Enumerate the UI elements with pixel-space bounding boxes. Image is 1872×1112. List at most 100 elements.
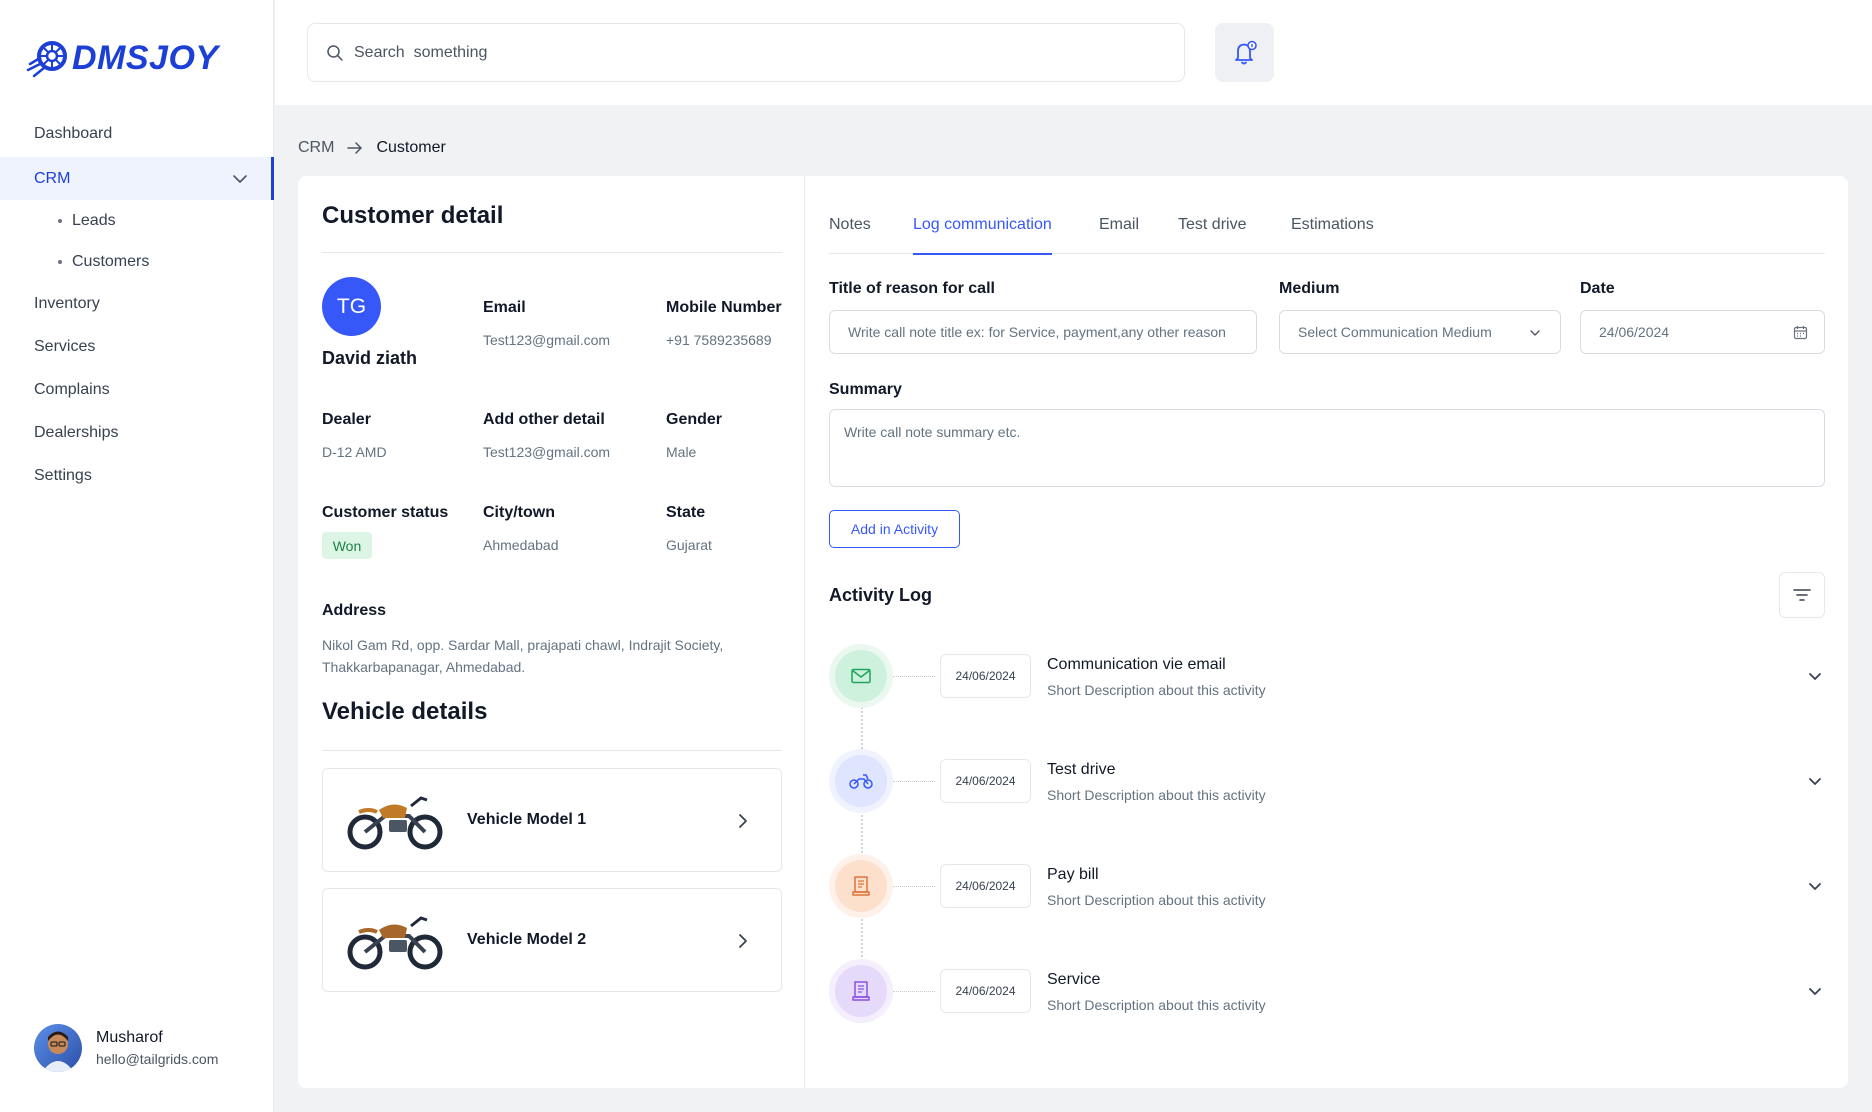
sidebar-item-services[interactable]: Services — [0, 325, 274, 368]
status-label: Customer status — [322, 504, 449, 521]
activity-item[interactable]: 24/06/2024 Communication vie email Short… — [829, 644, 1825, 714]
filter-button[interactable] — [1779, 572, 1825, 618]
wheel-logo-icon — [26, 41, 67, 78]
tab-log-communication[interactable]: Log communication — [913, 216, 1052, 255]
activity-date: 24/06/2024 — [940, 864, 1031, 908]
breadcrumb-customer: Customer — [376, 139, 446, 156]
date-field[interactable]: 24/06/2024 — [1580, 310, 1825, 354]
sidebar-subitem-label: Leads — [72, 211, 116, 229]
search-box[interactable] — [307, 23, 1185, 82]
activity-title: Service — [1047, 971, 1101, 988]
document-icon — [852, 981, 870, 1001]
sidebar-item-label: Services — [34, 337, 96, 355]
activity-description: Short Description about this activity — [1047, 682, 1266, 698]
sidebar-subitem-leads[interactable]: Leads — [0, 200, 274, 241]
arrow-right-icon — [347, 142, 363, 154]
tab-email[interactable]: Email — [1099, 216, 1139, 254]
breadcrumb-crm[interactable]: CRM — [298, 139, 334, 157]
title-reason-input[interactable] — [848, 324, 1256, 340]
city-label: City/town — [483, 504, 555, 521]
dealer-value: D-12 AMD — [322, 444, 387, 460]
tab-estimations[interactable]: Estimations — [1291, 216, 1374, 254]
other-detail-value: Test123@gmail.com — [483, 444, 611, 460]
search-input[interactable] — [354, 43, 1154, 62]
activity-title: Communication vie email — [1047, 656, 1226, 673]
avatar — [34, 1024, 82, 1072]
address-label: Address — [322, 602, 387, 619]
top-bar — [275, 0, 1872, 105]
sidebar-item-label: Dealerships — [34, 423, 119, 441]
sidebar-item-dealerships[interactable]: Dealerships — [0, 411, 274, 454]
summary-field[interactable] — [829, 409, 1825, 487]
activity-item[interactable]: 24/06/2024 Test drive Short Description … — [829, 749, 1825, 819]
city-value: Ahmedabad — [483, 537, 559, 553]
chevron-down-icon[interactable] — [1805, 876, 1825, 896]
user-profile[interactable]: Musharof hello@tailgrids.com — [34, 1024, 218, 1072]
dealer-label: Dealer — [322, 411, 371, 428]
calendar-icon[interactable] — [1793, 325, 1808, 340]
medium-select[interactable]: Select Communication Medium — [1279, 310, 1561, 354]
title-reason-label: Title of reason for call — [829, 280, 995, 297]
search-icon — [327, 44, 343, 61]
person-avatar-icon — [42, 1031, 74, 1072]
customer-name: David ziath — [322, 348, 418, 368]
state-value: Gujarat — [666, 537, 712, 553]
chevron-down-icon[interactable] — [1805, 666, 1825, 686]
connector — [893, 991, 935, 992]
sidebar-item-dashboard[interactable]: Dashboard — [0, 112, 274, 155]
status-badge: Won — [322, 532, 372, 559]
activity-date: 24/06/2024 — [940, 759, 1031, 803]
add-in-activity-button[interactable]: Add in Activity — [829, 510, 960, 548]
chevron-down-icon[interactable] — [1805, 981, 1825, 1001]
activity-item[interactable]: 24/06/2024 Service Short Description abo… — [829, 959, 1825, 1029]
sidebar-subitem-label: Customers — [72, 252, 150, 270]
sidebar-item-crm[interactable]: CRM — [0, 157, 274, 200]
tab-test-drive[interactable]: Test drive — [1178, 216, 1246, 254]
sidebar-subitem-customers[interactable]: Customers — [0, 241, 274, 282]
state-label: State — [666, 504, 706, 521]
chevron-right-icon — [739, 934, 747, 948]
bullet-dot — [58, 219, 62, 223]
connector — [893, 781, 935, 782]
brand-logo[interactable]: DMSJOY — [26, 36, 219, 80]
customer-detail-title: Customer detail — [322, 202, 504, 229]
chevron-down-icon[interactable] — [1805, 771, 1825, 791]
tab-notes[interactable]: Notes — [829, 216, 871, 254]
activity-item[interactable]: 24/06/2024 Pay bill Short Description ab… — [829, 854, 1825, 924]
activity-description: Short Description about this activity — [1047, 787, 1266, 803]
sidebar-item-label: Dashboard — [34, 124, 113, 142]
summary-label: Summary — [829, 381, 902, 398]
sidebar-item-label: Complains — [34, 380, 110, 398]
notification-button[interactable] — [1215, 23, 1274, 82]
gender-label: Gender — [666, 411, 723, 428]
vehicle-card[interactable]: Vehicle Model 2 — [322, 888, 782, 992]
mobile-label: Mobile Number — [666, 299, 782, 316]
vehicle-card[interactable]: Vehicle Model 1 — [322, 768, 782, 872]
activity-date: 24/06/2024 — [940, 969, 1031, 1013]
email-value: Test123@gmail.com — [483, 332, 611, 348]
sidebar-item-settings[interactable]: Settings — [0, 454, 274, 497]
vehicle-details-title: Vehicle details — [322, 698, 488, 725]
connector — [893, 676, 935, 677]
activity-icon-ring — [829, 959, 893, 1023]
address-value: Nikol Gam Rd, opp. Sardar Mall, prajapat… — [322, 637, 724, 675]
sidebar-item-inventory[interactable]: Inventory — [0, 282, 274, 325]
motorcycle-image — [347, 916, 443, 970]
customer-avatar: TG — [322, 277, 381, 336]
title-reason-field[interactable] — [829, 310, 1257, 354]
sidebar-item-complains[interactable]: Complains — [0, 368, 274, 411]
activity-description: Short Description about this activity — [1047, 892, 1266, 908]
summary-textarea[interactable] — [830, 410, 1824, 486]
divider — [322, 750, 782, 751]
medium-select-value: Select Communication Medium — [1298, 324, 1492, 340]
profile-email: hello@tailgrids.com — [96, 1051, 219, 1067]
bullet-dot — [58, 260, 62, 264]
activity-log-title: Activity Log — [829, 585, 933, 605]
other-detail-label: Add other detail — [483, 411, 605, 428]
customer-card: Customer detail TG David ziath Email Tes… — [298, 176, 1848, 1088]
date-label: Date — [1580, 280, 1615, 297]
profile-name: Musharof — [96, 1029, 163, 1046]
sidebar-item-label: CRM — [34, 169, 71, 187]
activity-icon-ring — [829, 854, 893, 918]
vehicle-name: Vehicle Model 2 — [467, 931, 587, 948]
